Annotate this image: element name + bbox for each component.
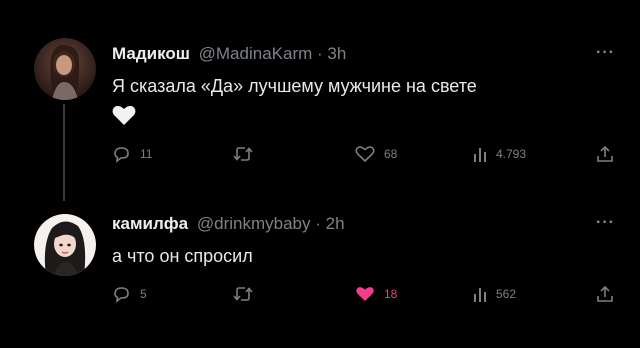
share-icon: [597, 145, 613, 162]
tweet-1[interactable]: Мадикош @MadinaKarm · 3h ··· Я сказала «…: [0, 0, 640, 200]
views-count: 562: [496, 287, 517, 301]
retweet-button[interactable]: [232, 145, 263, 163]
retweet-icon: [233, 287, 253, 301]
tweet-text: Я сказала «Да» лучшему мужчине на свете: [112, 76, 477, 96]
views-button[interactable]: 562: [473, 285, 516, 303]
like-heart-icon: [355, 146, 375, 163]
meta-separator: ·: [317, 44, 323, 63]
like-count: 18: [384, 287, 398, 301]
like-heart-filled-icon: [356, 287, 374, 301]
share-button[interactable]: [596, 285, 614, 303]
views-bar-chart-icon: [474, 288, 486, 302]
like-button[interactable]: 68: [355, 145, 397, 163]
views-bar-chart-icon: [474, 148, 486, 162]
avatar-kamilfa[interactable]: [34, 214, 96, 276]
author-name[interactable]: камилфа: [112, 214, 188, 233]
tweet-header: Мадикош @MadinaKarm · 3h: [112, 44, 346, 64]
reply-count: 11: [140, 147, 153, 161]
author-handle[interactable]: @MadinaKarm: [199, 44, 313, 63]
like-count: 68: [384, 147, 398, 161]
views-count: 4.793: [496, 147, 527, 161]
reply-button[interactable]: 11: [112, 145, 152, 163]
meta-separator: ·: [315, 214, 321, 233]
tweet-2[interactable]: камилфа @drinkmybaby · 2h ··· а что он с…: [0, 200, 640, 348]
reply-icon: [114, 287, 129, 303]
avatar-madikosh[interactable]: [34, 38, 96, 100]
author-name[interactable]: Мадикош: [112, 44, 190, 63]
share-button[interactable]: [596, 145, 614, 163]
reply-count: 5: [140, 287, 147, 301]
tweet-header: камилфа @drinkmybaby · 2h: [112, 214, 345, 234]
reply-button[interactable]: 5: [112, 285, 147, 303]
white-heart-icon: [112, 104, 136, 131]
author-handle[interactable]: @drinkmybaby: [197, 214, 311, 233]
tweet-time[interactable]: 2h: [326, 214, 345, 233]
share-icon: [597, 285, 613, 302]
views-button[interactable]: 4.793: [473, 145, 526, 163]
more-dots-icon[interactable]: ···: [596, 214, 615, 232]
retweet-icon: [233, 147, 253, 161]
reply-icon: [114, 147, 129, 163]
like-button[interactable]: 18: [355, 285, 397, 303]
more-dots-icon[interactable]: ···: [596, 44, 615, 62]
tweet-time[interactable]: 3h: [327, 44, 346, 63]
retweet-button[interactable]: [232, 285, 263, 303]
tweet-text: а что он спросил: [112, 246, 253, 266]
